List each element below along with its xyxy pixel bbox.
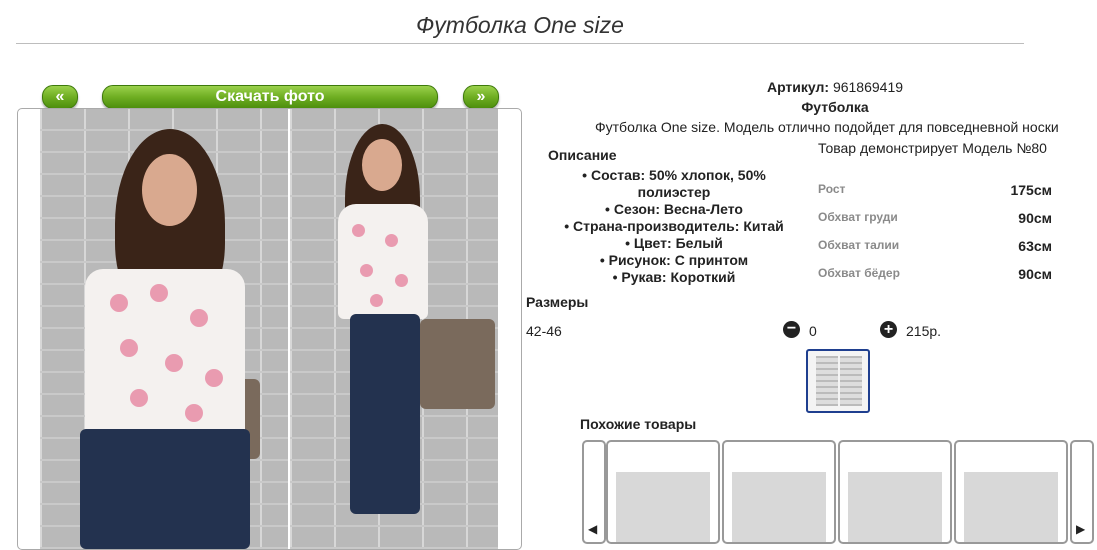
- plus-circle-icon[interactable]: +: [880, 321, 897, 338]
- quantity-value: 0: [809, 323, 817, 339]
- description-list: Состав: 50% хлопок, 50% полиэстер Сезон:…: [545, 167, 803, 286]
- title-divider: [16, 43, 1024, 44]
- similar-product-card[interactable]: [838, 440, 952, 544]
- similar-prev-button[interactable]: ◀: [582, 440, 606, 544]
- measurement-label: Обхват бёдер: [818, 266, 900, 280]
- description-item: Рисунок: С принтом: [545, 252, 803, 269]
- description-item: Сезон: Весна-Лето: [545, 201, 803, 218]
- measurement-row: Обхват груди 90см: [818, 210, 1058, 238]
- product-description: Футболка One size. Модель отлично подойд…: [595, 119, 1059, 135]
- next-photo-button[interactable]: »: [463, 85, 499, 109]
- measurement-value: 63см: [1018, 238, 1052, 254]
- download-photo-button[interactable]: Скачать фото: [102, 85, 438, 109]
- product-thumbnail[interactable]: [806, 349, 870, 413]
- measurement-value: 175см: [1010, 182, 1052, 198]
- similar-next-button[interactable]: ▶: [1070, 440, 1094, 544]
- sizes-heading: Размеры: [526, 294, 589, 310]
- measurement-row: Обхват бёдер 90см: [818, 266, 1058, 294]
- model-measurements: Рост 175см Обхват груди 90см Обхват тали…: [818, 182, 1058, 294]
- model-note: Товар демонстрирует Модель №80: [818, 140, 1047, 156]
- article-label: Артикул:: [766, 79, 830, 95]
- size-value: 42-46: [526, 323, 562, 339]
- minus-circle-icon[interactable]: −: [783, 321, 800, 338]
- measurement-row: Обхват талии 63см: [818, 238, 1058, 266]
- measurement-row: Рост 175см: [818, 182, 1058, 210]
- article-value: 961869419: [832, 79, 904, 95]
- article-line: Артикул: 961869419: [700, 79, 970, 95]
- page-title: Футболка One size: [416, 12, 624, 38]
- measurement-label: Обхват груди: [818, 210, 898, 224]
- price-value: 215р.: [906, 323, 942, 339]
- description-item: Рукав: Короткий: [545, 269, 803, 286]
- description-item: Состав: 50% хлопок, 50% полиэстер: [545, 167, 803, 201]
- product-photo-frame: [17, 108, 522, 550]
- similar-products-heading: Похожие товары: [580, 416, 697, 432]
- prev-photo-button[interactable]: «: [42, 85, 78, 109]
- description-item: Цвет: Белый: [545, 235, 803, 252]
- measurement-label: Обхват талии: [818, 238, 900, 252]
- product-photo-full[interactable]: [290, 109, 498, 549]
- similar-product-card[interactable]: [722, 440, 836, 544]
- description-heading: Описание: [548, 147, 617, 163]
- similar-product-card[interactable]: [954, 440, 1068, 544]
- product-name: Футболка: [801, 99, 869, 115]
- product-photo-front[interactable]: [40, 109, 288, 549]
- next-arrow-icon: ▶: [1076, 522, 1086, 536]
- measurement-label: Рост: [818, 182, 846, 196]
- prev-arrow-icon: ◀: [588, 522, 598, 536]
- measurement-value: 90см: [1018, 266, 1052, 282]
- measurement-value: 90см: [1018, 210, 1052, 226]
- description-item: Страна-производитель: Китай: [545, 218, 803, 235]
- similar-product-card[interactable]: [606, 440, 720, 544]
